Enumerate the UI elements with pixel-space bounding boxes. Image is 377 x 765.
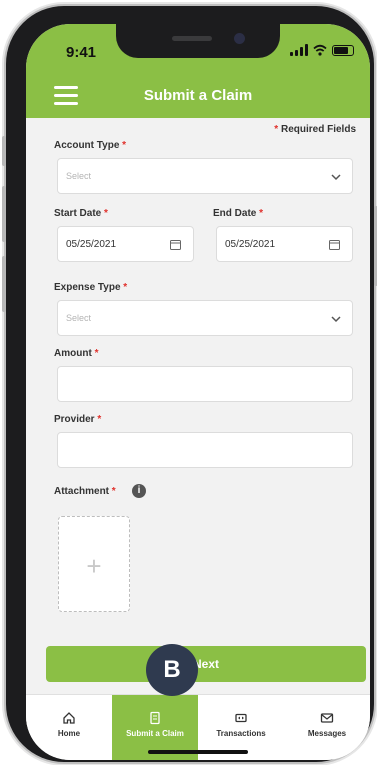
start-date-value: 05/25/2021 xyxy=(66,239,117,250)
next-button[interactable]: Next xyxy=(46,646,366,682)
end-date-value: 05/25/2021 xyxy=(225,239,276,250)
plus-icon: + xyxy=(86,551,102,581)
chevron-down-icon xyxy=(331,316,341,323)
document-icon xyxy=(150,711,160,725)
account-type-placeholder: Select xyxy=(66,171,92,181)
account-type-select[interactable]: Select xyxy=(57,158,353,194)
provider-label: Provider * xyxy=(54,414,102,425)
app-header: Submit a Claim xyxy=(26,74,370,118)
tab-label: Messages xyxy=(307,729,347,738)
status-bar: 9:41 xyxy=(26,24,370,74)
mail-icon xyxy=(320,713,334,723)
volume-down-button xyxy=(2,256,6,312)
volume-up-button xyxy=(2,186,6,242)
expense-type-label: Expense Type * xyxy=(54,282,128,293)
start-date-label: Start Date * xyxy=(54,208,108,219)
tab-label: Transactions xyxy=(216,729,266,738)
expense-type-select[interactable]: Select xyxy=(57,300,353,336)
add-attachment-button[interactable]: + xyxy=(58,516,130,612)
battery-icon xyxy=(332,44,354,56)
attachment-label: Attachment * xyxy=(54,486,116,497)
info-icon[interactable]: i xyxy=(132,484,146,498)
calendar-icon[interactable] xyxy=(329,239,340,250)
mute-switch xyxy=(2,136,6,166)
phone-frame: 9:41 Submit a Claim * Required Fields Ac… xyxy=(2,6,377,762)
front-camera xyxy=(234,33,245,44)
speaker-grille xyxy=(172,36,212,41)
tab-home[interactable]: Home xyxy=(26,695,112,760)
tab-label: Submit a Claim xyxy=(126,729,184,738)
account-type-label: Account Type * xyxy=(54,140,127,151)
notch xyxy=(116,24,280,58)
wifi-icon xyxy=(313,44,327,56)
transactions-icon xyxy=(235,713,247,723)
status-icons xyxy=(290,44,354,56)
home-icon xyxy=(63,712,75,724)
required-fields-note: * Required Fields xyxy=(274,124,356,135)
annotation-badge: B xyxy=(146,644,198,696)
calendar-icon[interactable] xyxy=(170,239,181,250)
expense-type-placeholder: Select xyxy=(66,313,92,323)
home-indicator[interactable] xyxy=(148,750,248,754)
end-date-field[interactable]: 05/25/2021 xyxy=(216,226,353,262)
end-date-label: End Date * xyxy=(213,208,264,219)
page-title: Submit a Claim xyxy=(143,87,253,104)
tab-label: Home xyxy=(57,729,81,738)
claim-form: * Required Fields Account Type * Select … xyxy=(26,118,370,638)
phone-screen: 9:41 Submit a Claim * Required Fields Ac… xyxy=(26,24,370,760)
provider-input[interactable] xyxy=(57,432,353,468)
amount-input[interactable] xyxy=(57,366,353,402)
tab-messages[interactable]: Messages xyxy=(284,695,370,760)
status-time: 9:41 xyxy=(66,44,97,61)
chevron-down-icon xyxy=(331,174,341,181)
amount-label: Amount * xyxy=(54,348,99,359)
start-date-field[interactable]: 05/25/2021 xyxy=(57,226,194,262)
cellular-signal-icon xyxy=(290,44,308,56)
